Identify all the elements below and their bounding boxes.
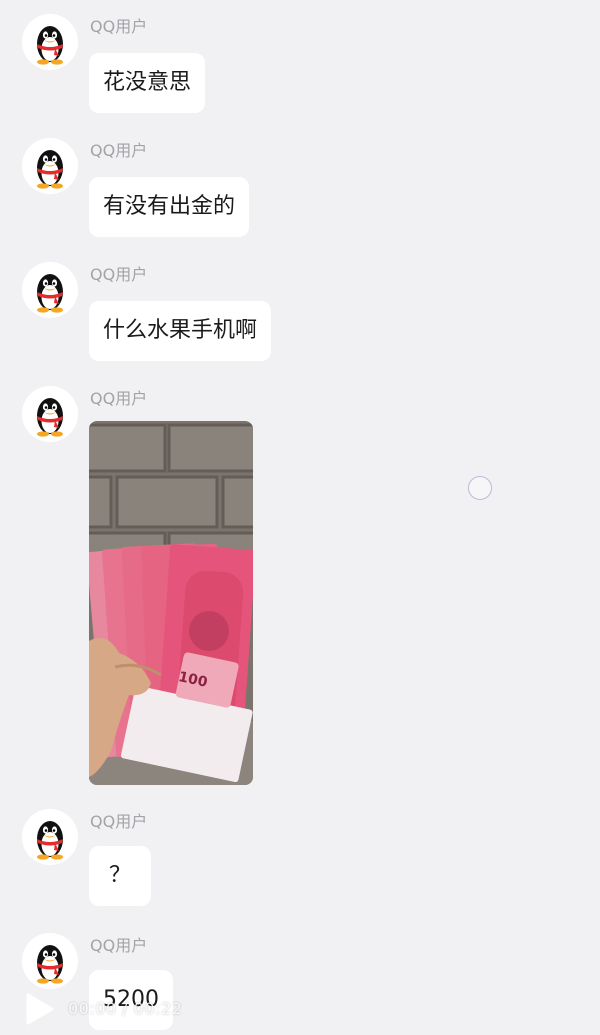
sender-name: QQ用户 [90,936,148,955]
sender-name: QQ用户 [90,17,148,36]
avatar[interactable] [22,262,78,318]
qq-penguin-icon [22,262,78,318]
video-player-bar: 00:00 / 00:22 [0,985,600,1035]
qq-penguin-icon [22,14,78,70]
qq-penguin-icon [22,809,78,865]
play-icon [26,993,54,1025]
avatar[interactable] [22,809,78,865]
sender-name: QQ用户 [90,812,148,831]
qq-penguin-icon [22,138,78,194]
message-bubble[interactable]: 花没意思 [89,53,206,113]
qq-penguin-icon [22,386,78,442]
message-bubble[interactable]: 有没有出金的 [89,177,250,237]
avatar[interactable] [22,386,78,442]
avatar[interactable] [22,933,78,989]
play-button[interactable] [24,993,54,1025]
sender-name: QQ用户 [90,265,148,284]
message-bubble[interactable]: 什么水果手机啊 [89,301,272,361]
qq-penguin-icon [22,933,78,989]
playback-time: 00:00 / 00:22 [68,999,183,1018]
sender-name: QQ用户 [90,141,148,160]
message-bubble[interactable]: ？ [89,846,151,906]
loading-spinner-icon [468,476,492,500]
avatar[interactable] [22,14,78,70]
sender-name: QQ用户 [90,389,148,408]
banknotes-photo: 100 [89,421,253,785]
avatar[interactable] [22,138,78,194]
photo-message[interactable]: 100 [89,421,253,785]
chat-area: QQ用户 花没意思 QQ用户 有没有出金的 QQ用户 什么水果手机啊 QQ用户 … [0,0,600,1035]
